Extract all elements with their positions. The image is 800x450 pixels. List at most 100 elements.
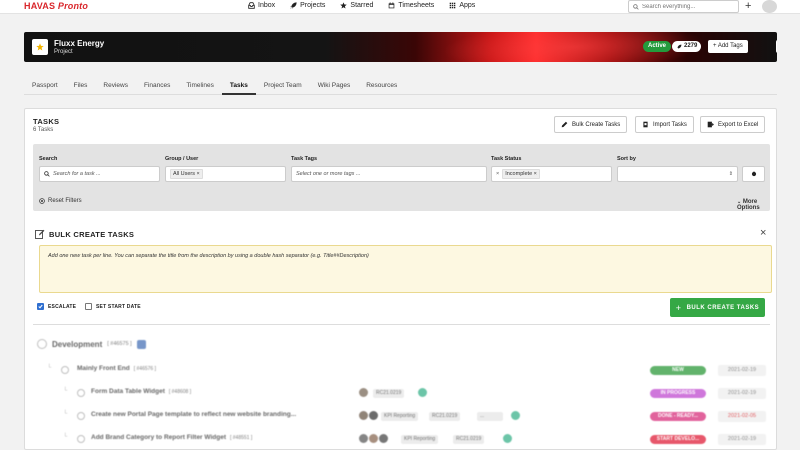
task-tags-placeholder: Select one or more tags ... [296,171,361,177]
status-chip[interactable]: Incomplete × [502,169,540,179]
task-title[interactable]: Mainly Front End [ #46576 ] [77,365,156,372]
export-icon [707,121,714,128]
project-menu-button[interactable]: ⋮ [776,40,777,53]
due-date[interactable]: 2021-02-19 [718,434,766,445]
tab-reviews[interactable]: Reviews [95,75,136,95]
reset-filters-button[interactable]: Reset Filters [39,198,82,204]
status-filter-label: Task Status [491,156,522,162]
task-search-field[interactable]: Search for a task ... [39,166,160,182]
task-tag[interactable]: RC21.0219 [453,435,485,444]
bulk-tasks-textarea[interactable]: Add one new task per line. You can separ… [39,245,772,293]
import-tasks-button[interactable]: Import Tasks [635,116,694,133]
bulk-create-submit-button[interactable]: + BULK CREATE TASKS [670,298,765,317]
user-avatar[interactable] [762,0,777,13]
escalate-checkbox[interactable]: ESCALATE [37,303,76,310]
status-badge[interactable]: DONE - READY... [650,412,706,421]
task-name: Mainly Front End [77,365,130,372]
rocket-icon [677,44,682,48]
status-badge[interactable]: NEW [650,366,706,375]
task-title[interactable]: Add Brand Category to Report Filter Widg… [91,434,252,441]
table-row[interactable]: └ Mainly Front End [ #46576 ] NEW 2021-0… [25,363,776,381]
task-tags-select[interactable]: Select one or more tags ... [291,166,487,182]
tab-project-team[interactable]: Project Team [256,75,310,95]
tab-passport[interactable]: Passport [24,75,66,95]
nav-timesheets[interactable]: Timesheets [388,2,434,9]
status-badge[interactable]: START DEVELO... [650,435,706,444]
add-tags-button[interactable]: + Add Tags [708,40,748,53]
checkbox-checked-icon[interactable] [37,303,44,310]
tree-connector: └ [63,388,68,394]
group-collapse-button[interactable] [136,339,146,349]
checkbox-empty-icon[interactable] [85,303,92,310]
avatar[interactable] [359,434,368,443]
task-complete-toggle[interactable] [61,366,69,374]
nav-projects[interactable]: Projects [290,2,325,9]
group-chip[interactable]: All Users × [170,169,203,179]
tab-tasks[interactable]: Tasks [221,75,256,95]
task-title[interactable]: Create new Portal Page template to refle… [91,411,296,418]
global-search-input[interactable] [642,3,732,10]
task-tag[interactable]: ... [477,412,503,421]
table-row[interactable]: └ Add Brand Category to Report Filter Wi… [25,432,776,450]
task-tag[interactable]: KPI Reporting [401,435,439,444]
nav-inbox-label: Inbox [258,2,276,9]
task-indicator-icon [418,388,427,397]
filters-panel: Search Search for a task ... Group / Use… [33,144,770,211]
task-complete-toggle[interactable] [77,435,85,443]
avatar[interactable] [359,388,368,397]
main-nav: Inbox Projects Starred Timesheets Apps [248,2,475,9]
task-name: Add Brand Category to Report Filter Widg… [91,434,226,441]
calendar-icon [389,2,395,9]
task-title[interactable]: Form Data Table Widget [ #48608 ] [91,388,191,395]
tab-finances[interactable]: Finances [136,75,178,95]
global-search[interactable] [628,0,739,13]
avatar[interactable] [359,411,368,420]
close-icon[interactable]: × [760,227,766,239]
nav-apps[interactable]: Apps [449,2,475,9]
group-complete-toggle[interactable] [37,339,47,349]
project-count-badge[interactable]: 2279 [672,41,702,52]
table-row[interactable]: └ Form Data Table Widget [ #48608 ] RC21… [25,386,776,404]
due-date[interactable]: 2021-02-19 [718,365,766,376]
export-excel-button[interactable]: Export to Excel [700,116,766,133]
sort-direction-button[interactable] [742,166,765,182]
nav-starred[interactable]: Starred [340,2,373,9]
avatar[interactable] [379,434,388,443]
nav-inbox[interactable]: Inbox [248,2,275,9]
chip-remove-icon[interactable]: × [197,171,200,177]
inbox-icon [248,2,255,9]
due-date[interactable]: 2021-02-19 [718,388,766,399]
set-start-date-checkbox[interactable]: SET START DATE [85,303,141,310]
more-options-label: More Options [737,199,760,211]
task-complete-toggle[interactable] [77,389,85,397]
tab-timelines[interactable]: Timelines [178,75,222,95]
avatar[interactable] [369,411,378,420]
add-new-button[interactable]: + [745,0,751,12]
tree-connector: └ [63,411,68,417]
status-badge[interactable]: IN PROGRESS [650,389,706,398]
task-search-placeholder: Search for a task ... [53,171,101,177]
task-tag[interactable]: RC21.0219 [373,389,405,398]
task-tag[interactable]: RC21.0219 [429,412,461,421]
tab-wiki-pages[interactable]: Wiki Pages [310,75,359,95]
task-tag[interactable]: KPI Reporting [381,412,419,421]
task-status-select[interactable]: × Incomplete × [491,166,612,182]
project-star-toggle[interactable] [32,39,48,55]
table-row[interactable]: └ Create new Portal Page template to ref… [25,409,776,427]
bulk-create-tasks-button[interactable]: Bulk Create Tasks [554,116,628,133]
nav-projects-label: Projects [300,2,326,9]
import-tasks-label: Import Tasks [653,121,687,128]
tab-files[interactable]: Files [66,75,96,95]
task-list: Development [ #46575 ] └ Mainly Front En… [25,331,776,450]
clear-status-icon[interactable]: × [496,171,499,177]
chip-remove-icon[interactable]: × [534,171,537,177]
task-group-development[interactable]: Development [ #46575 ] [37,339,146,349]
havas-pronto-logo[interactable]: HAVAS Pronto [24,1,88,11]
avatar[interactable] [369,434,378,443]
task-complete-toggle[interactable] [77,412,85,420]
due-date[interactable]: 2021-02-05 [718,411,766,422]
more-options-button[interactable]: ⌄ More Options [737,199,770,211]
tab-resources[interactable]: Resources [358,75,405,95]
group-user-select[interactable]: All Users × [165,166,286,182]
sort-by-select[interactable]: ⇕ [617,166,738,182]
